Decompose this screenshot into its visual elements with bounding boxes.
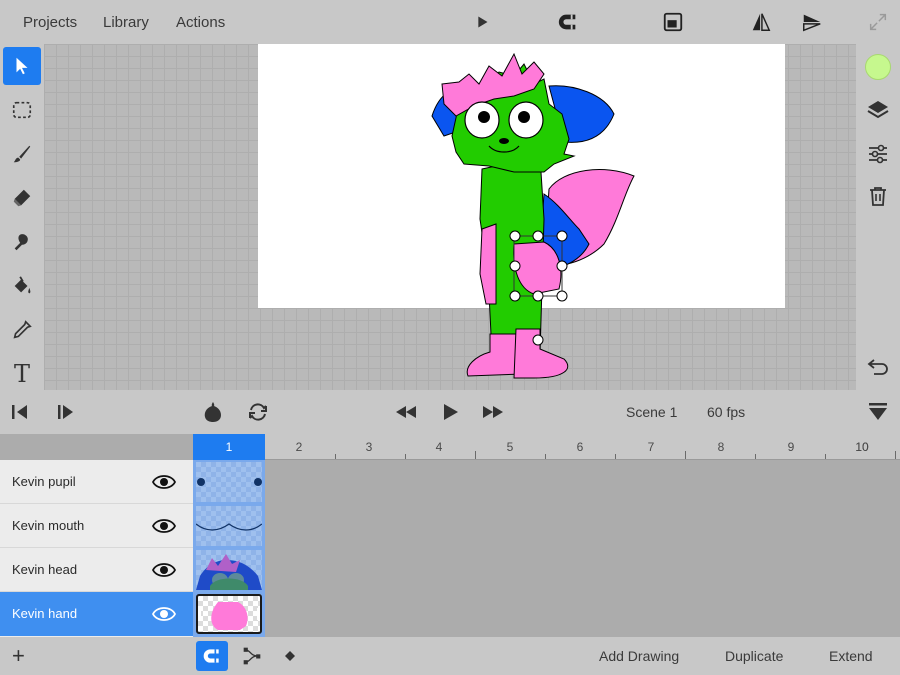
flip-vertical-icon[interactable] — [800, 10, 824, 34]
top-bar: Projects Library Actions — [0, 0, 900, 44]
dashed-rect-icon — [12, 101, 32, 119]
expand-icon[interactable] — [866, 10, 890, 34]
play-icon[interactable] — [438, 400, 462, 424]
add-drawing-button[interactable]: Add Drawing — [599, 648, 679, 664]
keyframe-button[interactable] — [274, 641, 306, 671]
layer-row-kevin-head[interactable]: Kevin head — [0, 548, 193, 592]
ruler-tick — [825, 454, 826, 459]
collapse-timeline-icon[interactable] — [866, 400, 890, 424]
paint-bucket-icon — [14, 276, 31, 294]
layer-name: Kevin mouth — [12, 518, 85, 533]
ruler-tick — [755, 454, 756, 459]
current-color-swatch[interactable] — [865, 54, 891, 80]
eye-icon[interactable] — [152, 560, 176, 580]
layers-icon[interactable] — [864, 96, 892, 124]
arrow-icon — [16, 57, 28, 75]
actions-menu[interactable]: Actions — [176, 14, 225, 31]
paint-bucket-tool[interactable] — [3, 267, 41, 305]
layer-name: Kevin hand — [12, 606, 78, 621]
projects-menu[interactable]: Projects — [23, 14, 77, 31]
frame-column-1 — [193, 460, 265, 637]
loop-icon[interactable] — [246, 400, 270, 424]
onion-skin-icon[interactable] — [201, 400, 225, 424]
layer-panel: Kevin pupil Kevin mouth Kevin head Kevin… — [0, 460, 193, 637]
ruler-tick — [615, 454, 616, 459]
ruler-tick — [405, 454, 406, 459]
frame-cell-mouth[interactable] — [196, 506, 262, 546]
frame-number[interactable]: 9 — [781, 440, 801, 454]
eraser-tool[interactable] — [3, 179, 41, 217]
frame-number[interactable]: 5 — [500, 440, 520, 454]
library-menu[interactable]: Library — [103, 14, 149, 31]
timeline: 2 3 4 5 6 7 8 9 10 1 Kevin pupil Kevin m… — [0, 434, 900, 637]
layer-row-kevin-pupil[interactable]: Kevin pupil — [0, 460, 193, 504]
frame-number[interactable]: 2 — [289, 440, 309, 454]
eye-icon[interactable] — [152, 516, 176, 536]
marquee-select-tool[interactable] — [3, 91, 41, 129]
current-frame-header[interactable]: 1 — [193, 434, 265, 460]
adjustments-icon[interactable] — [864, 140, 892, 168]
layer-row-kevin-mouth[interactable]: Kevin mouth — [0, 504, 193, 548]
brush-tool[interactable] — [3, 135, 41, 173]
frame-cell-head[interactable] — [196, 550, 262, 590]
trash-icon[interactable] — [864, 182, 892, 210]
frame-cell-hand-selected[interactable] — [196, 594, 262, 634]
fast-forward-icon[interactable] — [481, 400, 505, 424]
magnet-icon[interactable] — [556, 10, 580, 34]
ruler-tick — [685, 451, 686, 459]
smudge-icon — [14, 234, 28, 251]
right-toolbar — [856, 44, 900, 390]
eyedropper-tool[interactable] — [3, 311, 41, 349]
layer-name: Kevin pupil — [12, 474, 76, 489]
magnet-snap-button[interactable] — [196, 641, 228, 671]
layer-row-kevin-hand[interactable]: Kevin hand — [0, 592, 193, 636]
ruler-tick — [475, 451, 476, 459]
eye-icon[interactable] — [152, 604, 176, 624]
brush-icon — [13, 145, 31, 163]
frame-icon[interactable] — [661, 10, 685, 34]
undo-icon[interactable] — [864, 352, 892, 380]
duplicate-button[interactable]: Duplicate — [725, 648, 783, 664]
frame-cell-pupil[interactable] — [196, 462, 262, 502]
frame-number[interactable]: 7 — [641, 440, 661, 454]
jump-to-start-icon[interactable] — [9, 400, 33, 424]
playback-bar: Scene 1 60 fps — [0, 390, 900, 434]
magnet-icon — [203, 649, 219, 663]
frame-number[interactable]: 4 — [429, 440, 449, 454]
kevin-character — [431, 52, 635, 379]
text-icon: T — [13, 360, 30, 388]
smudge-tool[interactable] — [3, 223, 41, 261]
eraser-icon — [13, 189, 31, 207]
eyedropper-icon — [13, 320, 32, 339]
ruler-tick — [335, 454, 336, 459]
rewind-icon[interactable] — [394, 400, 418, 424]
select-arrow-tool[interactable] — [3, 47, 41, 85]
frame-number[interactable]: 10 — [852, 440, 872, 454]
frame-number[interactable]: 8 — [711, 440, 731, 454]
bottom-bar: + Add Drawing Duplicate Extend — [0, 637, 900, 675]
layer-name: Kevin head — [12, 562, 78, 577]
frame-number[interactable]: 3 — [359, 440, 379, 454]
stage-area[interactable] — [44, 44, 856, 390]
scene-label[interactable]: Scene 1 — [626, 404, 677, 420]
flip-horizontal-icon[interactable] — [749, 10, 773, 34]
jump-to-end-icon[interactable] — [55, 400, 79, 424]
ruler-tick — [895, 451, 896, 459]
frame-number[interactable]: 6 — [570, 440, 590, 454]
diamond-icon — [285, 651, 295, 661]
ruler-tick — [545, 454, 546, 459]
left-toolbar: T — [0, 44, 44, 390]
motion-path-button[interactable] — [236, 641, 268, 671]
fps-label[interactable]: 60 fps — [707, 404, 745, 420]
text-tool[interactable]: T — [3, 355, 41, 393]
extend-button[interactable]: Extend — [829, 648, 873, 664]
add-layer-button[interactable]: + — [12, 643, 25, 669]
play-preview-icon[interactable] — [470, 10, 494, 34]
eye-icon[interactable] — [152, 472, 176, 492]
frame-ruler[interactable]: 2 3 4 5 6 7 8 9 10 — [193, 434, 900, 460]
node-path-icon — [243, 647, 261, 665]
